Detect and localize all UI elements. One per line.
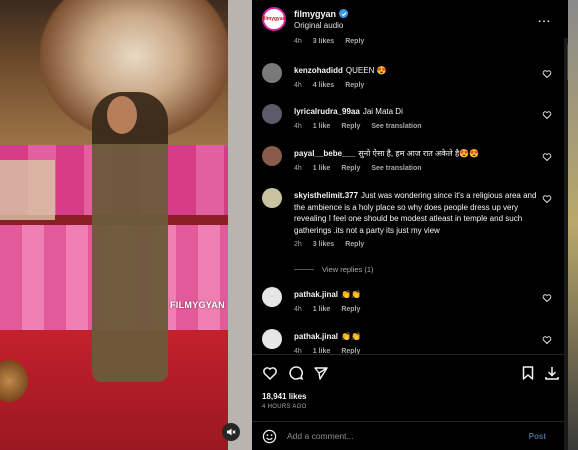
share-icon[interactable] [313, 365, 329, 381]
comment-body: lyricalrudra_99aa Jai Mata Di 4h 1 like R… [294, 106, 544, 132]
comment-username[interactable]: skyisthelimit.377 [294, 191, 358, 200]
comment-likes[interactable]: 3 likes [313, 239, 334, 251]
comment-icon[interactable] [288, 365, 304, 381]
like-comment-heart-icon[interactable] [542, 152, 552, 162]
comment-text: सुनो ऐसा है, हम आज रात अकेले है [358, 149, 460, 158]
reply-button[interactable]: Reply [345, 38, 364, 48]
avatar[interactable] [262, 329, 282, 349]
add-comment-input[interactable] [287, 431, 529, 441]
avatar[interactable] [262, 63, 282, 83]
comment-time: 4h [294, 347, 302, 355]
view-replies-label: View replies (1) [322, 265, 374, 274]
reply-button[interactable]: Reply [341, 346, 360, 355]
comment-emoji: 😍 [376, 66, 387, 75]
header-username[interactable]: filmygyan [294, 9, 336, 19]
comment-likes[interactable]: 1 like [313, 304, 331, 316]
reply-button[interactable]: Reply [341, 121, 360, 133]
comment-body: payal__bebe___ सुनो ऐसा है, हम आज रात अके… [294, 148, 544, 174]
avatar[interactable]: filmygyan [262, 7, 286, 31]
media-door [228, 0, 252, 450]
comment-time: 2h [294, 241, 302, 248]
comment-username[interactable]: kenzohadidd [294, 66, 343, 75]
comment-text: Jai Mata Di [362, 107, 403, 116]
comment-text: QUEEN [345, 66, 375, 75]
comment-time: 4h [294, 81, 302, 89]
comment-username[interactable]: pathak.jinal [294, 332, 338, 341]
header-text: filmygyan Original audio [294, 9, 349, 30]
comment-meta: 4h 1 like Reply See translation [294, 121, 544, 133]
comment-likes[interactable]: 1 like [313, 346, 331, 355]
avatar[interactable] [262, 146, 282, 166]
comments-list: 4h 3 likes Reply kenzohadidd QUEEN 😍 4h 4… [252, 38, 564, 354]
comment-emoji: 😍😍 [459, 149, 480, 158]
reply-button[interactable]: Reply [341, 163, 360, 175]
media-watermark: FILMYGYAN [170, 300, 225, 310]
reply-button[interactable]: Reply [341, 304, 360, 316]
avatar[interactable] [262, 188, 282, 208]
reply-button[interactable]: Reply [345, 80, 364, 92]
avatar[interactable] [262, 104, 282, 124]
like-heart-icon[interactable] [262, 365, 278, 381]
reply-button[interactable]: Reply [345, 239, 364, 251]
emoji-picker-icon[interactable] [262, 429, 277, 444]
background-window-edge [568, 0, 578, 450]
avatar[interactable] [262, 287, 282, 307]
comment-meta: 4h 4 likes Reply [294, 80, 544, 92]
add-comment-row: Post [252, 421, 564, 450]
like-comment-heart-icon[interactable] [542, 335, 552, 345]
comment-meta: 4h 1 like Reply [294, 346, 544, 355]
mute-button[interactable] [222, 423, 240, 441]
comment-body: skyisthelimit.377 Just was wondering sinc… [294, 190, 544, 251]
like-comment-heart-icon[interactable] [542, 69, 552, 79]
comment-text: 👏👏 [341, 290, 361, 299]
media-person-head [107, 96, 137, 134]
speaker-muted-icon [227, 428, 236, 436]
comments-panel: filmygyan filmygyan Original audio … 4h … [252, 0, 578, 450]
comment-body: pathak.jinal 👏👏 4h 1 like Reply [294, 331, 544, 354]
comment-meta: 4h 3 likes Reply [294, 38, 544, 48]
post-comment-button[interactable]: Post [529, 432, 546, 441]
comment-username[interactable]: payal__bebe___ [294, 149, 355, 158]
bookmark-icon[interactable] [520, 365, 536, 381]
original-audio-link[interactable]: Original audio [294, 21, 348, 30]
see-translation-button[interactable]: See translation [371, 121, 421, 133]
post-header: filmygyan filmygyan Original audio … [252, 0, 564, 38]
comment-username[interactable]: lyricalrudra_99aa [294, 107, 360, 116]
comment-time: 4h [294, 38, 302, 45]
comment-meta: 4h 1 like Reply See translation [294, 163, 544, 175]
comment-body: kenzohadidd QUEEN 😍 4h 4 likes Reply [294, 65, 544, 91]
comment-likes[interactable]: 1 like [313, 121, 331, 133]
comment-body: 4h 3 likes Reply [294, 38, 544, 48]
comment-username[interactable]: pathak.jinal [294, 290, 338, 299]
post-timestamp: 4 HOURS AGO [262, 404, 307, 410]
download-icon[interactable] [544, 365, 560, 381]
like-comment-heart-icon[interactable] [542, 194, 552, 204]
comment-likes[interactable]: 1 like [313, 163, 331, 175]
avatar-text: filmygyan [262, 16, 286, 22]
comment-meta: 4h 1 like Reply [294, 304, 544, 316]
post-media[interactable]: FILMYGYAN [0, 0, 252, 450]
likes-count[interactable]: 18,941 likes [262, 392, 306, 401]
comment-time: 4h [294, 122, 302, 130]
comment-text: 👏👏 [341, 332, 361, 341]
media-table [0, 160, 55, 220]
comment-time: 4h [294, 305, 302, 313]
header-username-row: filmygyan [294, 9, 349, 19]
see-translation-button[interactable]: See translation [371, 163, 421, 175]
view-replies-button[interactable]: View replies (1) [294, 265, 374, 274]
comment-likes[interactable]: 4 likes [313, 80, 334, 92]
comment-body: pathak.jinal 👏👏 4h 1 like Reply [294, 289, 544, 315]
more-options-icon[interactable]: … [537, 10, 552, 24]
comment-time: 4h [294, 164, 302, 172]
like-comment-heart-icon[interactable] [542, 110, 552, 120]
media-person [92, 92, 168, 382]
post-actions-bar [252, 354, 564, 390]
comment-likes[interactable]: 3 likes [313, 38, 334, 48]
verified-badge-icon [339, 9, 349, 18]
like-comment-heart-icon[interactable] [542, 293, 552, 303]
view-replies-line [294, 269, 314, 270]
comment-meta: 2h 3 likes Reply [294, 239, 544, 251]
